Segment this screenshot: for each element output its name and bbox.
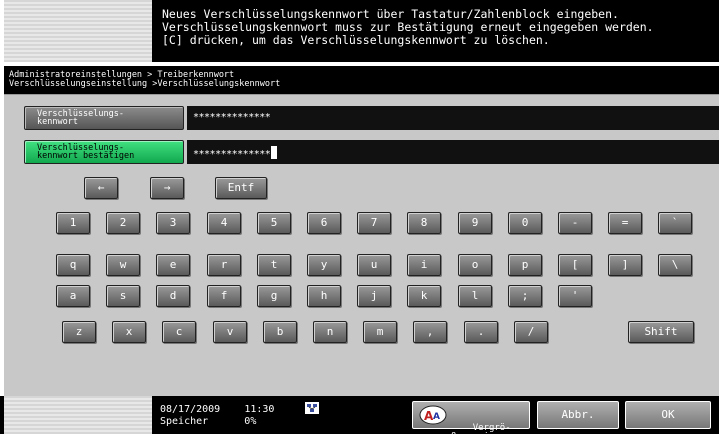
key-1-1[interactable]: 1 — [56, 212, 90, 234]
key-2-2[interactable]: w — [106, 254, 140, 276]
key-3-7[interactable]: j — [357, 285, 391, 307]
key-3-10[interactable]: ; — [508, 285, 542, 307]
key-3-3[interactable]: d — [156, 285, 190, 307]
status-info: 08/17/2009 11:30 Speicher 0% — [160, 404, 274, 428]
svg-text:A: A — [433, 412, 440, 422]
key-3-5[interactable]: g — [257, 285, 291, 307]
network-icon — [305, 402, 319, 414]
key-2-13[interactable]: \ — [658, 254, 692, 276]
confirm-row: Verschlüsselungs- kennwort bestätigen **… — [4, 139, 719, 165]
key-4-2[interactable]: x — [112, 321, 146, 343]
key-1-12[interactable]: = — [608, 212, 642, 234]
key-3-6[interactable]: h — [307, 285, 341, 307]
key-2-10[interactable]: p — [508, 254, 542, 276]
key-1-5[interactable]: 5 — [257, 212, 291, 234]
key-2-8[interactable]: i — [407, 254, 441, 276]
memory-value: 0% — [244, 416, 257, 427]
key-2-7[interactable]: u — [357, 254, 391, 276]
key-4-5[interactable]: b — [263, 321, 297, 343]
key-4-9[interactable]: . — [464, 321, 498, 343]
breadcrumb: Administratoreinstellungen > Treiberkenn… — [4, 66, 719, 94]
enlarge-button[interactable]: A A Vergrö- ßern ein — [412, 401, 530, 434]
message-line-3: [C] drücken, um das Verschlüsselungskenn… — [162, 33, 550, 47]
confirm-value: ************** — [193, 149, 271, 160]
key-3-4[interactable]: f — [207, 285, 241, 307]
key-2-4[interactable]: r — [207, 254, 241, 276]
key-3-8[interactable]: k — [407, 285, 441, 307]
key-1-7[interactable]: 7 — [357, 212, 391, 234]
key-3-11[interactable]: ' — [558, 285, 592, 307]
key-2-11[interactable]: [ — [558, 254, 592, 276]
breadcrumb-line-2: Verschlüsselungseinstellung >Verschlüsse… — [9, 79, 281, 89]
password-field-button[interactable]: Verschlüsselungs- kennwort — [24, 106, 184, 130]
key-3-1[interactable]: a — [56, 285, 90, 307]
key-4-8[interactable]: , — [413, 321, 447, 343]
magnify-text-icon: A A — [419, 405, 447, 425]
enlarge-label: Vergrö- ßern ein — [451, 423, 511, 434]
status-time: 11:30 — [244, 404, 275, 415]
cursor-left-key[interactable]: ← — [84, 177, 118, 199]
key-3-2[interactable]: s — [106, 285, 140, 307]
key-1-9[interactable]: 9 — [458, 212, 492, 234]
key-1-6[interactable]: 6 — [307, 212, 341, 234]
key-4-6[interactable]: n — [313, 321, 347, 343]
confirm-field[interactable]: ************** — [187, 140, 719, 164]
key-1-11[interactable]: - — [558, 212, 592, 234]
instruction-message: Neues Verschlüsselungskennwort über Tast… — [152, 0, 719, 62]
memory-label: Speicher — [160, 416, 209, 427]
key-2-3[interactable]: e — [156, 254, 190, 276]
key-1-3[interactable]: 3 — [156, 212, 190, 234]
cancel-button[interactable]: Abbr. — [537, 401, 619, 429]
key-2-12[interactable]: ] — [608, 254, 642, 276]
key-4-4[interactable]: v — [213, 321, 247, 343]
key-4-3[interactable]: c — [162, 321, 196, 343]
shift-key[interactable]: Shift — [628, 321, 694, 343]
delete-key[interactable]: Entf — [215, 177, 267, 199]
text-cursor — [271, 146, 278, 159]
on-screen-keyboard: ← → Entf 1 2 3 4 5 6 7 8 9 0- = ` q w e r t y u i o p [] \ a s d f g h j k… — [12, 171, 716, 387]
key-2-6[interactable]: y — [307, 254, 341, 276]
key-1-8[interactable]: 8 — [407, 212, 441, 234]
status-date: 08/17/2009 — [160, 404, 221, 415]
key-1-10[interactable]: 0 — [508, 212, 542, 234]
status-side-panel — [4, 396, 152, 434]
key-1-13[interactable]: ` — [658, 212, 692, 234]
status-bar: 08/17/2009 11:30 Speicher 0% A A Vergrö-… — [0, 396, 719, 434]
message-area: Neues Verschlüsselungskennwort über Tast… — [0, 0, 719, 64]
key-2-9[interactable]: o — [458, 254, 492, 276]
confirm-field-button[interactable]: Verschlüsselungs- kennwort bestätigen — [24, 140, 184, 164]
key-1-2[interactable]: 2 — [106, 212, 140, 234]
message-side-panel — [4, 0, 152, 62]
key-2-5[interactable]: t — [257, 254, 291, 276]
ok-button[interactable]: OK — [625, 401, 711, 429]
password-field[interactable]: ************** — [187, 106, 719, 130]
main-panel: Verschlüsselungs- kennwort *************… — [4, 94, 719, 396]
key-4-7[interactable]: m — [363, 321, 397, 343]
key-1-4[interactable]: 4 — [207, 212, 241, 234]
password-value: ************** — [193, 112, 271, 123]
cursor-right-key[interactable]: → — [150, 177, 184, 199]
key-4-10[interactable]: / — [514, 321, 548, 343]
password-row: Verschlüsselungs- kennwort *************… — [4, 105, 719, 131]
key-2-1[interactable]: q — [56, 254, 90, 276]
key-3-9[interactable]: l — [458, 285, 492, 307]
key-4-1[interactable]: z — [62, 321, 96, 343]
